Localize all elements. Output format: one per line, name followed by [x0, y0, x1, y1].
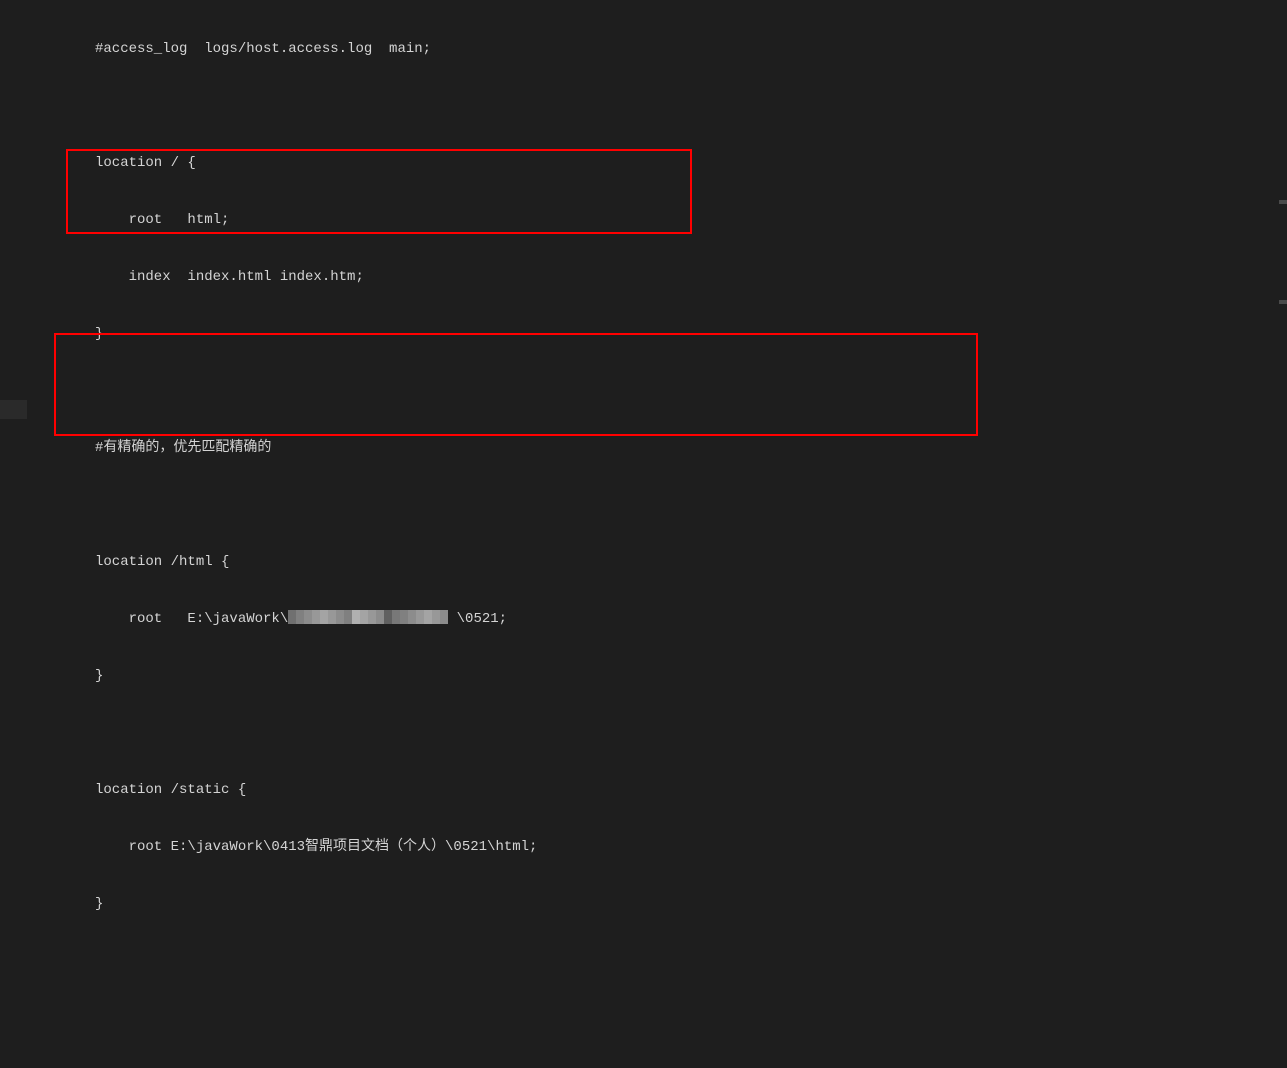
- code-line: }: [95, 668, 103, 684]
- code-line: root E:\javaWork\: [95, 611, 288, 627]
- overview-mark: [1279, 300, 1287, 304]
- code-line: }: [95, 326, 103, 342]
- code-line: location / {: [95, 155, 196, 171]
- code-line: location /static {: [95, 782, 246, 798]
- code-line: #有精确的，优先匹配精确的: [95, 440, 271, 456]
- code-line: location /html {: [95, 554, 229, 570]
- overview-ruler[interactable]: [1279, 0, 1287, 534]
- code-line: index index.html index.htm;: [95, 269, 364, 285]
- code-line: #access_log logs/host.access.log main;: [95, 41, 431, 57]
- overview-mark: [1279, 200, 1287, 204]
- code-line: root E:\javaWork\0413智鼎项目文档（个人）\0521\htm…: [95, 839, 537, 855]
- code-line: }: [95, 896, 103, 912]
- code-editor[interactable]: #access_log logs/host.access.log main; l…: [0, 0, 1287, 1068]
- code-line: root html;: [95, 212, 229, 228]
- code-line: location /self_test {: [95, 1067, 271, 1068]
- code-line-suffix: \0521;: [448, 611, 507, 627]
